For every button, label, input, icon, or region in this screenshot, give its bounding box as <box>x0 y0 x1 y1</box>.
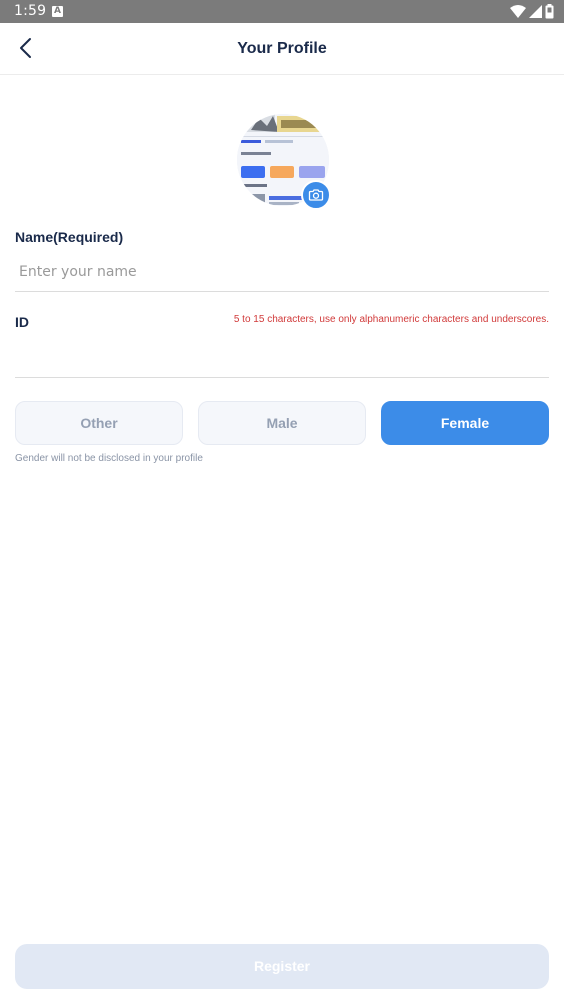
avatar-picker[interactable] <box>237 114 331 210</box>
status-bar: 1:59 A <box>0 0 564 23</box>
battery-icon <box>545 4 554 19</box>
gender-option-other[interactable]: Other <box>15 401 183 445</box>
profile-screen: 1:59 A Your Profile Name(Required) Enter… <box>0 0 564 1004</box>
wifi-icon <box>510 5 526 18</box>
status-icons <box>510 4 554 19</box>
id-input[interactable] <box>15 337 549 378</box>
gender-option-male[interactable]: Male <box>198 401 366 445</box>
chevron-left-icon <box>20 38 31 58</box>
change-avatar-button[interactable] <box>301 180 331 210</box>
camera-icon <box>308 189 324 201</box>
name-label: Name(Required) <box>15 229 124 245</box>
signal-icon <box>529 5 542 18</box>
status-time: 1:59 <box>14 3 47 19</box>
gender-option-female[interactable]: Female <box>381 401 549 445</box>
a-badge-icon: A <box>52 6 63 17</box>
name-input[interactable] <box>15 252 549 292</box>
register-button[interactable]: Register <box>15 944 549 989</box>
app-header: Your Profile <box>0 23 564 75</box>
back-button[interactable] <box>12 33 42 63</box>
page-title: Your Profile <box>237 40 327 57</box>
id-label: ID <box>15 314 29 330</box>
id-hint: 5 to 15 characters, use only alphanumeri… <box>233 314 549 325</box>
gender-note: Gender will not be disclosed in your pro… <box>15 453 203 464</box>
